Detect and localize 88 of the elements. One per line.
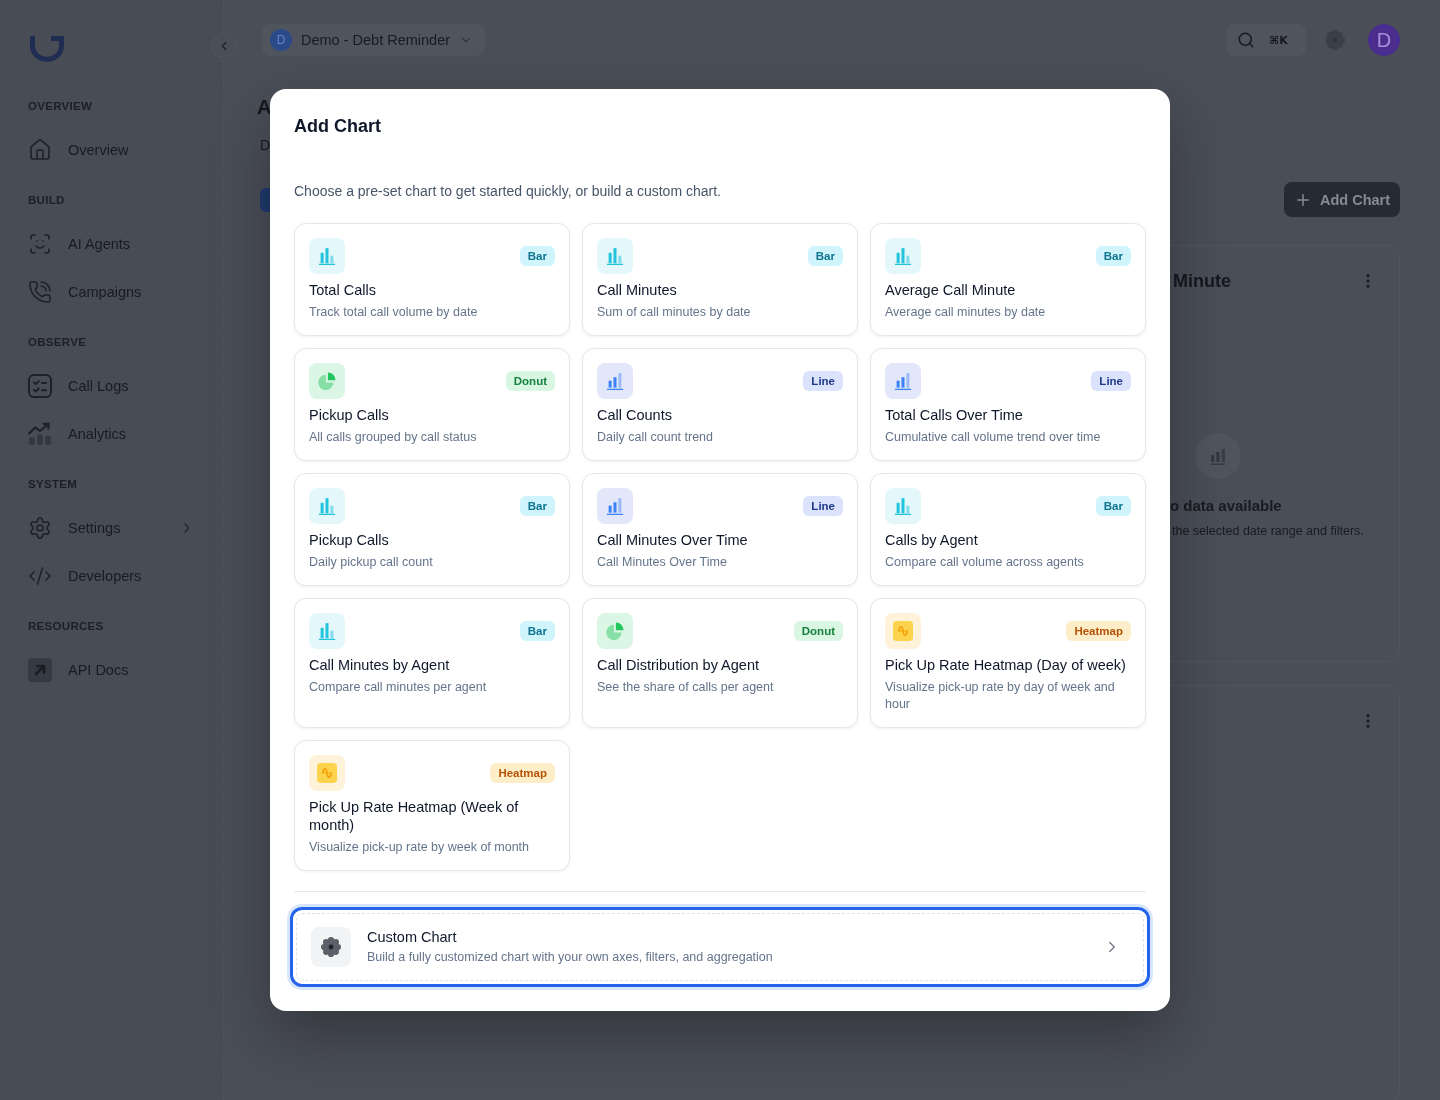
gear-icon[interactable]	[1325, 30, 1345, 50]
face-scan-icon	[28, 232, 52, 256]
chart-option[interactable]: Donut Call Distribution by Agent See the share of calls per agent	[582, 598, 858, 728]
chart-option-description: Visualize pick-up rate by day of week and hour	[885, 679, 1116, 713]
chart-option-description: Visualize pick-up rate by week of month	[309, 839, 531, 856]
chart-option-title: Call Minutes Over Time	[597, 531, 749, 549]
bar-chart-icon	[309, 488, 345, 524]
custom-chart-description: Build a fully customized chart with your own axes, filters, and aggregation	[367, 949, 773, 966]
chart-option-description: See the share of calls per agent	[597, 679, 775, 696]
pie-chart-icon	[309, 363, 345, 399]
custom-chart-option[interactable]: Custom Chart Build a fully customized chart with your own axes, filters, and aggregation	[290, 907, 1150, 987]
bar-chart-icon	[1195, 433, 1241, 479]
chart-type-tag: Bar	[519, 621, 555, 641]
chart-option-description: Average call minutes by date	[885, 304, 1047, 321]
wave-icon	[309, 755, 345, 791]
chart-option-title: Average Call Minute	[885, 281, 1017, 299]
chart-type-tag: Donut	[793, 621, 843, 641]
chart-option-title: Pickup Calls	[309, 406, 390, 424]
collapse-button[interactable]	[211, 33, 236, 58]
bar-chart-icon	[309, 613, 345, 649]
arrow-square-icon	[28, 658, 52, 682]
workspace-avatar: D	[270, 29, 292, 51]
chart-option-description: Daily pickup call count	[309, 554, 434, 571]
phone-call-icon	[28, 280, 52, 304]
chart-option[interactable]: Heatmap Pick Up Rate Heatmap (Week of month) Visualize pick-up rate by week of month	[294, 740, 570, 871]
chart-option-description: Compare call minutes per agent	[309, 679, 488, 696]
chart-option-title: Pick Up Rate Heatmap (Day of week)	[885, 656, 1127, 674]
chart-option-title: Call Counts	[597, 406, 673, 424]
chart-type-tag: Heatmap	[1066, 621, 1131, 641]
wave-icon	[885, 613, 921, 649]
search-icon	[1237, 31, 1255, 49]
chart-option[interactable]: Line Total Calls Over Time Cumulative call volume trend over time	[870, 348, 1146, 461]
chart-type-tag: Line	[803, 371, 843, 391]
chart-option[interactable]: Line Call Minutes Over Time Call Minutes Over Time	[582, 473, 858, 586]
chart-option[interactable]: Bar Call Minutes Sum of call minutes by date	[582, 223, 858, 336]
gear-icon	[311, 927, 351, 967]
chart-type-tag: Bar	[1095, 246, 1131, 266]
add-chart-button[interactable]: Add Chart	[1284, 182, 1400, 217]
chart-type-tag: Bar	[807, 246, 843, 266]
chart-option[interactable]: Donut Pickup Calls All calls grouped by call status	[294, 348, 570, 461]
chart-card-title: Minute	[1173, 270, 1231, 293]
chart-option-description: Call Minutes Over Time	[597, 554, 728, 571]
chart-option[interactable]: Bar Calls by Agent Compare call volume across agents	[870, 473, 1146, 586]
chart-option-description: Sum of call minutes by date	[597, 304, 752, 321]
chart-type-tag: Line	[803, 496, 843, 516]
chart-option-description: Cumulative call volume trend over time	[885, 429, 1102, 446]
trend-chart-icon	[28, 422, 52, 446]
chart-type-tag: Donut	[505, 371, 555, 391]
chart-type-tag: Bar	[519, 246, 555, 266]
pie-chart-icon	[597, 613, 633, 649]
house-icon	[28, 138, 52, 162]
dialog-description: Choose a pre-set chart to get started quickly, or build a custom chart.	[294, 182, 721, 200]
chart-option[interactable]: Bar Pickup Calls Daily pickup call count	[294, 473, 570, 586]
chart-option-description: Compare call volume across agents	[885, 554, 1085, 571]
chart-type-tag: Bar	[1095, 496, 1131, 516]
user-avatar[interactable]: D	[1368, 24, 1400, 56]
chart-option-title: Pickup Calls	[309, 531, 390, 549]
chart-option-title: Total Calls Over Time	[885, 406, 1024, 424]
custom-chart-title: Custom Chart	[367, 928, 457, 946]
chart-type-tag: Heatmap	[490, 763, 555, 783]
chart-option[interactable]: Bar Average Call Minute Average call minutes by date	[870, 223, 1146, 336]
chart-option-description: All calls grouped by call status	[309, 429, 478, 446]
bar-chart-icon	[309, 238, 345, 274]
chart-option-title: Calls by Agent	[885, 531, 979, 549]
bar-chart-icon	[597, 238, 633, 274]
chart-option-title: Call Minutes by Agent	[309, 656, 451, 674]
chart-option-description: Daily call count trend	[597, 429, 715, 446]
chart-option[interactable]: Bar Call Minutes by Agent Compare call minutes per agent	[294, 598, 570, 728]
dialog-title: Add Chart	[294, 115, 381, 138]
chart-type-tag: Line	[1091, 371, 1131, 391]
bar-chart-icon	[885, 488, 921, 524]
cut-off-button[interactable]	[260, 187, 270, 212]
bar-chart-icon	[597, 488, 633, 524]
chart-option-title: Total Calls	[309, 281, 377, 299]
settings-icon	[28, 516, 52, 540]
bar-chart-icon	[885, 238, 921, 274]
code-icon	[28, 564, 52, 588]
bar-chart-icon	[597, 363, 633, 399]
chart-option-title: Pick Up Rate Heatmap (Week of month)	[309, 798, 520, 834]
bar-chart-icon	[885, 363, 921, 399]
chart-option-title: Call Minutes	[597, 281, 678, 299]
checklist-icon	[28, 374, 52, 398]
chart-option[interactable]: Bar Total Calls Track total call volume by date	[294, 223, 570, 336]
chart-type-tag: Bar	[519, 496, 555, 516]
chart-option[interactable]: Heatmap Pick Up Rate Heatmap (Day of week) Visualize pick-up rate by day of week and hour	[870, 598, 1146, 728]
chart-option-description: Track total call volume by date	[309, 304, 479, 321]
chart-option[interactable]: Line Call Counts Daily call count trend	[582, 348, 858, 461]
chart-option-title: Call Distribution by Agent	[597, 656, 760, 674]
